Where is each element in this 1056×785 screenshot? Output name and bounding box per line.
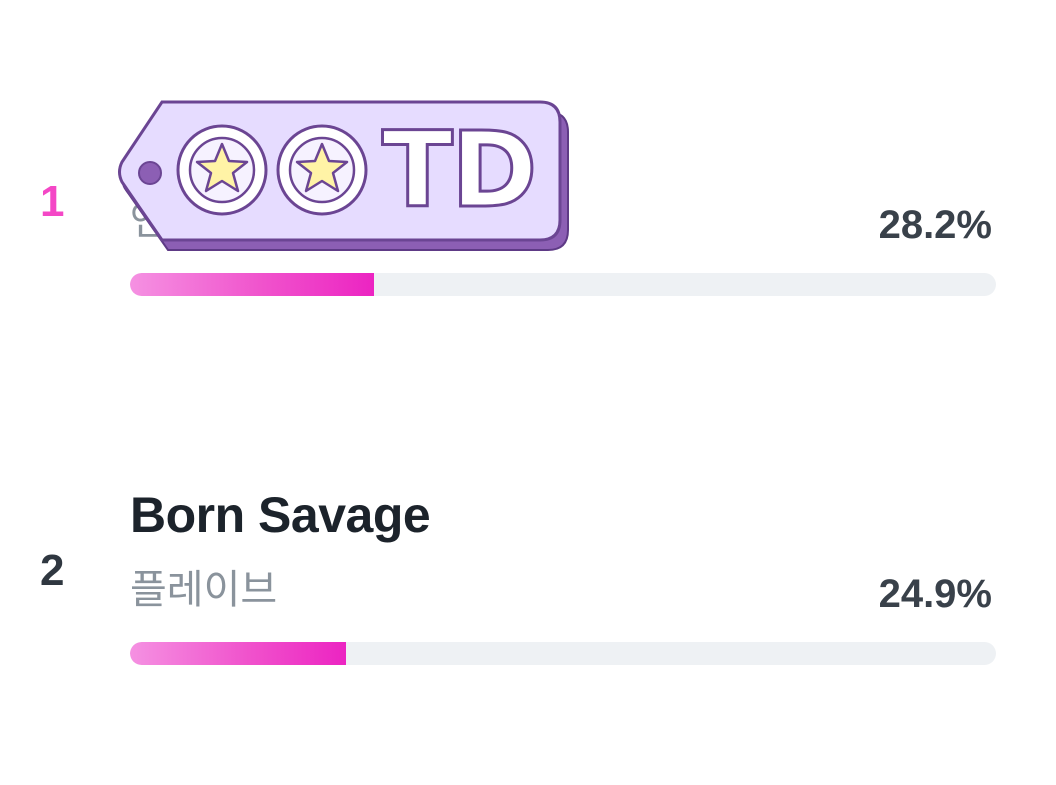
ootd-tag-sticker: TD	[118, 100, 569, 251]
artist-name: 플레이브	[130, 567, 278, 613]
vote-percent: 24.9%	[878, 572, 992, 616]
progress-track	[130, 273, 996, 296]
star-icon	[176, 124, 268, 216]
vote-percent: 28.2%	[878, 203, 992, 247]
progress-fill	[130, 642, 346, 665]
star-icon	[276, 124, 368, 216]
rank-number: 2	[40, 546, 65, 595]
sticker-text: TD	[382, 109, 535, 231]
list-item[interactable]: 2 Born Savage 플레이브 24.9%	[0, 487, 1056, 687]
progress-fill	[130, 273, 375, 296]
rank-number: 1	[40, 177, 65, 226]
ranking-list: 1 엔 28.2% 2 Born Savage 플레이브 24.9%	[0, 0, 1056, 785]
song-title: Born Savage	[130, 487, 431, 543]
progress-track	[130, 642, 996, 665]
